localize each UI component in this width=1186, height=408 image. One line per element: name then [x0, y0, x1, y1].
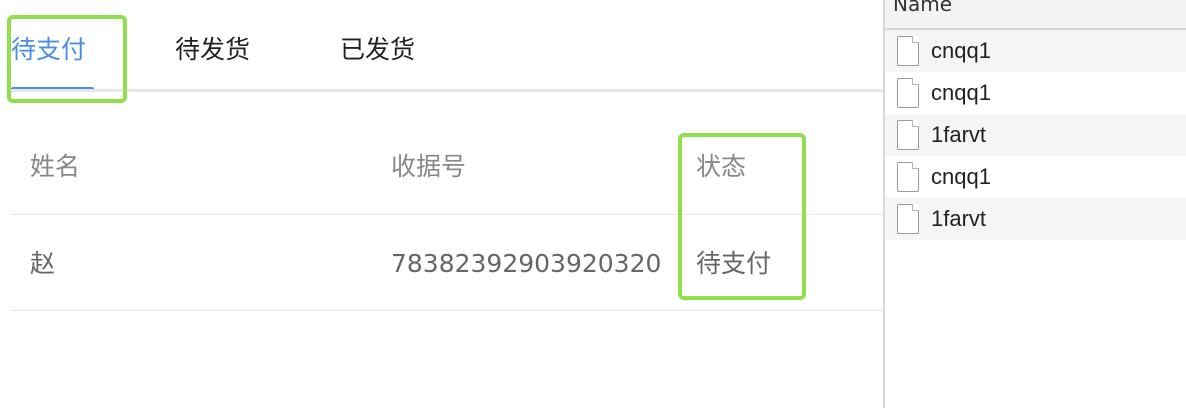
header-name: 姓名 [30, 152, 81, 181]
order-app: 待支付 待发货 已发货 姓名 收据号 状态 赵 7838239290392032… [0, 0, 883, 408]
cell-receipt: 78382392903920320 [391, 249, 662, 278]
column-header-name[interactable]: Name [893, 0, 952, 16]
request-row[interactable]: cnqq1 [885, 72, 1186, 114]
table-divider [10, 214, 883, 215]
file-icon [897, 162, 919, 192]
file-icon [897, 36, 919, 66]
tab-pending-payment[interactable]: 待支付 [11, 30, 86, 70]
file-icon [897, 78, 919, 108]
request-row[interactable]: 1farvt [885, 114, 1186, 156]
request-row[interactable]: cnqq1 [885, 30, 1186, 72]
tab-pending-shipment[interactable]: 待发货 [175, 30, 250, 70]
file-icon [897, 120, 919, 150]
request-list: cnqq1 cnqq1 1farvt cnqq1 1farvt [885, 30, 1186, 240]
tabs-divider [11, 89, 883, 92]
cell-name: 赵 [30, 249, 56, 278]
file-icon [897, 204, 919, 234]
table-divider [10, 310, 883, 311]
header-status: 状态 [696, 152, 747, 181]
request-row[interactable]: cnqq1 [885, 156, 1186, 198]
request-name: cnqq1 [931, 164, 991, 189]
request-name: 1farvt [931, 206, 987, 231]
network-panel-header: Name [885, 0, 1186, 30]
header-receipt: 收据号 [391, 152, 467, 181]
request-row[interactable]: 1farvt [885, 198, 1186, 240]
cell-status: 待支付 [696, 249, 772, 278]
request-name: 1farvt [931, 122, 987, 147]
request-name: cnqq1 [931, 38, 991, 63]
network-panel: Name cnqq1 cnqq1 1farvt cnqq1 1farvt [883, 0, 1186, 408]
tab-shipped[interactable]: 已发货 [340, 30, 415, 70]
order-tabs: 待支付 待发货 已发货 [0, 0, 883, 92]
request-name: cnqq1 [931, 80, 991, 105]
